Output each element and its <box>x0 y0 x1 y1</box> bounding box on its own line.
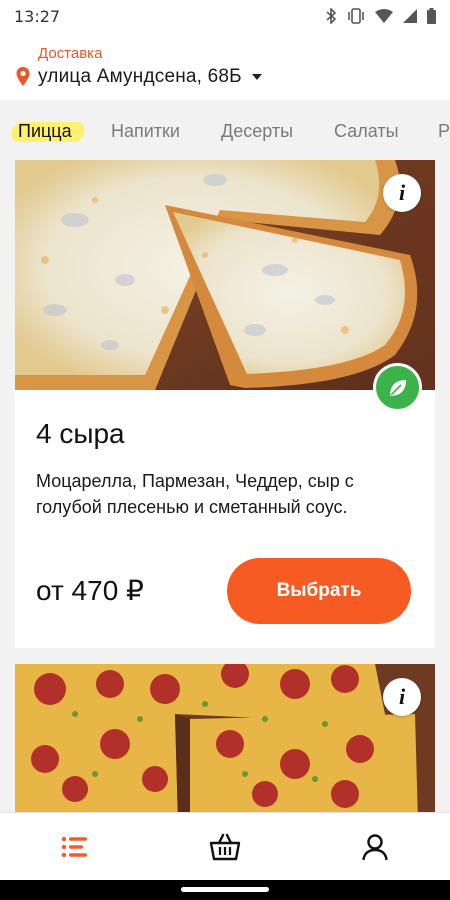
status-time: 13:27 <box>14 6 61 26</box>
battery-icon <box>427 8 436 24</box>
tab-salads[interactable]: Салаты <box>334 121 399 142</box>
info-button[interactable]: i <box>383 678 421 716</box>
wifi-icon <box>375 9 393 23</box>
product-title: 4 сыра <box>36 418 125 449</box>
address-text: улица Амундсена, 68Б <box>38 66 242 87</box>
location-pin-icon <box>16 67 30 86</box>
nav-basket[interactable] <box>195 822 255 872</box>
tab-desserts[interactable]: Десерты <box>221 121 293 142</box>
tab-drinks[interactable]: Напитки <box>111 121 180 142</box>
tab-pizza[interactable]: Пицца <box>10 121 86 142</box>
tab-label: Пицца <box>18 121 72 141</box>
status-icons <box>325 8 436 24</box>
tab-next[interactable]: Р <box>438 121 450 142</box>
tab-label: Р <box>438 121 450 141</box>
delivery-mode-label: Доставка <box>38 45 103 62</box>
signal-icon <box>403 9 417 23</box>
tab-label: Напитки <box>111 121 180 141</box>
info-icon: i <box>398 180 406 205</box>
home-gesture-pill[interactable] <box>181 887 269 892</box>
profile-icon <box>362 833 388 860</box>
nav-menu[interactable] <box>45 822 105 872</box>
menu-icon <box>61 836 87 857</box>
chevron-down-icon <box>251 74 262 80</box>
product-photo <box>15 160 435 390</box>
product-description: Моцарелла, Пармезан, Чеддер, сыр с голуб… <box>36 471 354 517</box>
vegetarian-badge <box>373 363 422 412</box>
leaf-icon <box>389 379 406 396</box>
product-card[interactable]: i 4 сыра Моцарелла, Пармезан, Чеддер, сы… <box>15 160 435 648</box>
bottom-navigation <box>0 812 450 880</box>
status-bar: 13:27 <box>0 0 450 32</box>
category-tabs: Пицца Напитки Десерты Салаты Р <box>0 100 450 160</box>
address-selector[interactable]: улица Амундсена, 68Б <box>15 66 262 88</box>
product-card[interactable]: i <box>15 664 435 812</box>
tab-label: Салаты <box>334 121 399 141</box>
product-price: от 470 ₽ <box>36 575 144 606</box>
product-photo <box>15 664 435 812</box>
header: Доставка улица Амундсена, 68Б <box>0 32 450 100</box>
info-icon: i <box>398 684 406 709</box>
bluetooth-icon <box>326 8 337 24</box>
nav-profile[interactable] <box>345 822 405 872</box>
system-navigation-bar <box>0 880 450 900</box>
vibrate-icon <box>348 8 364 24</box>
info-button[interactable]: i <box>383 174 421 212</box>
basket-icon <box>209 833 241 860</box>
tab-label: Десерты <box>221 121 294 141</box>
select-button[interactable]: Выбрать <box>227 558 411 624</box>
